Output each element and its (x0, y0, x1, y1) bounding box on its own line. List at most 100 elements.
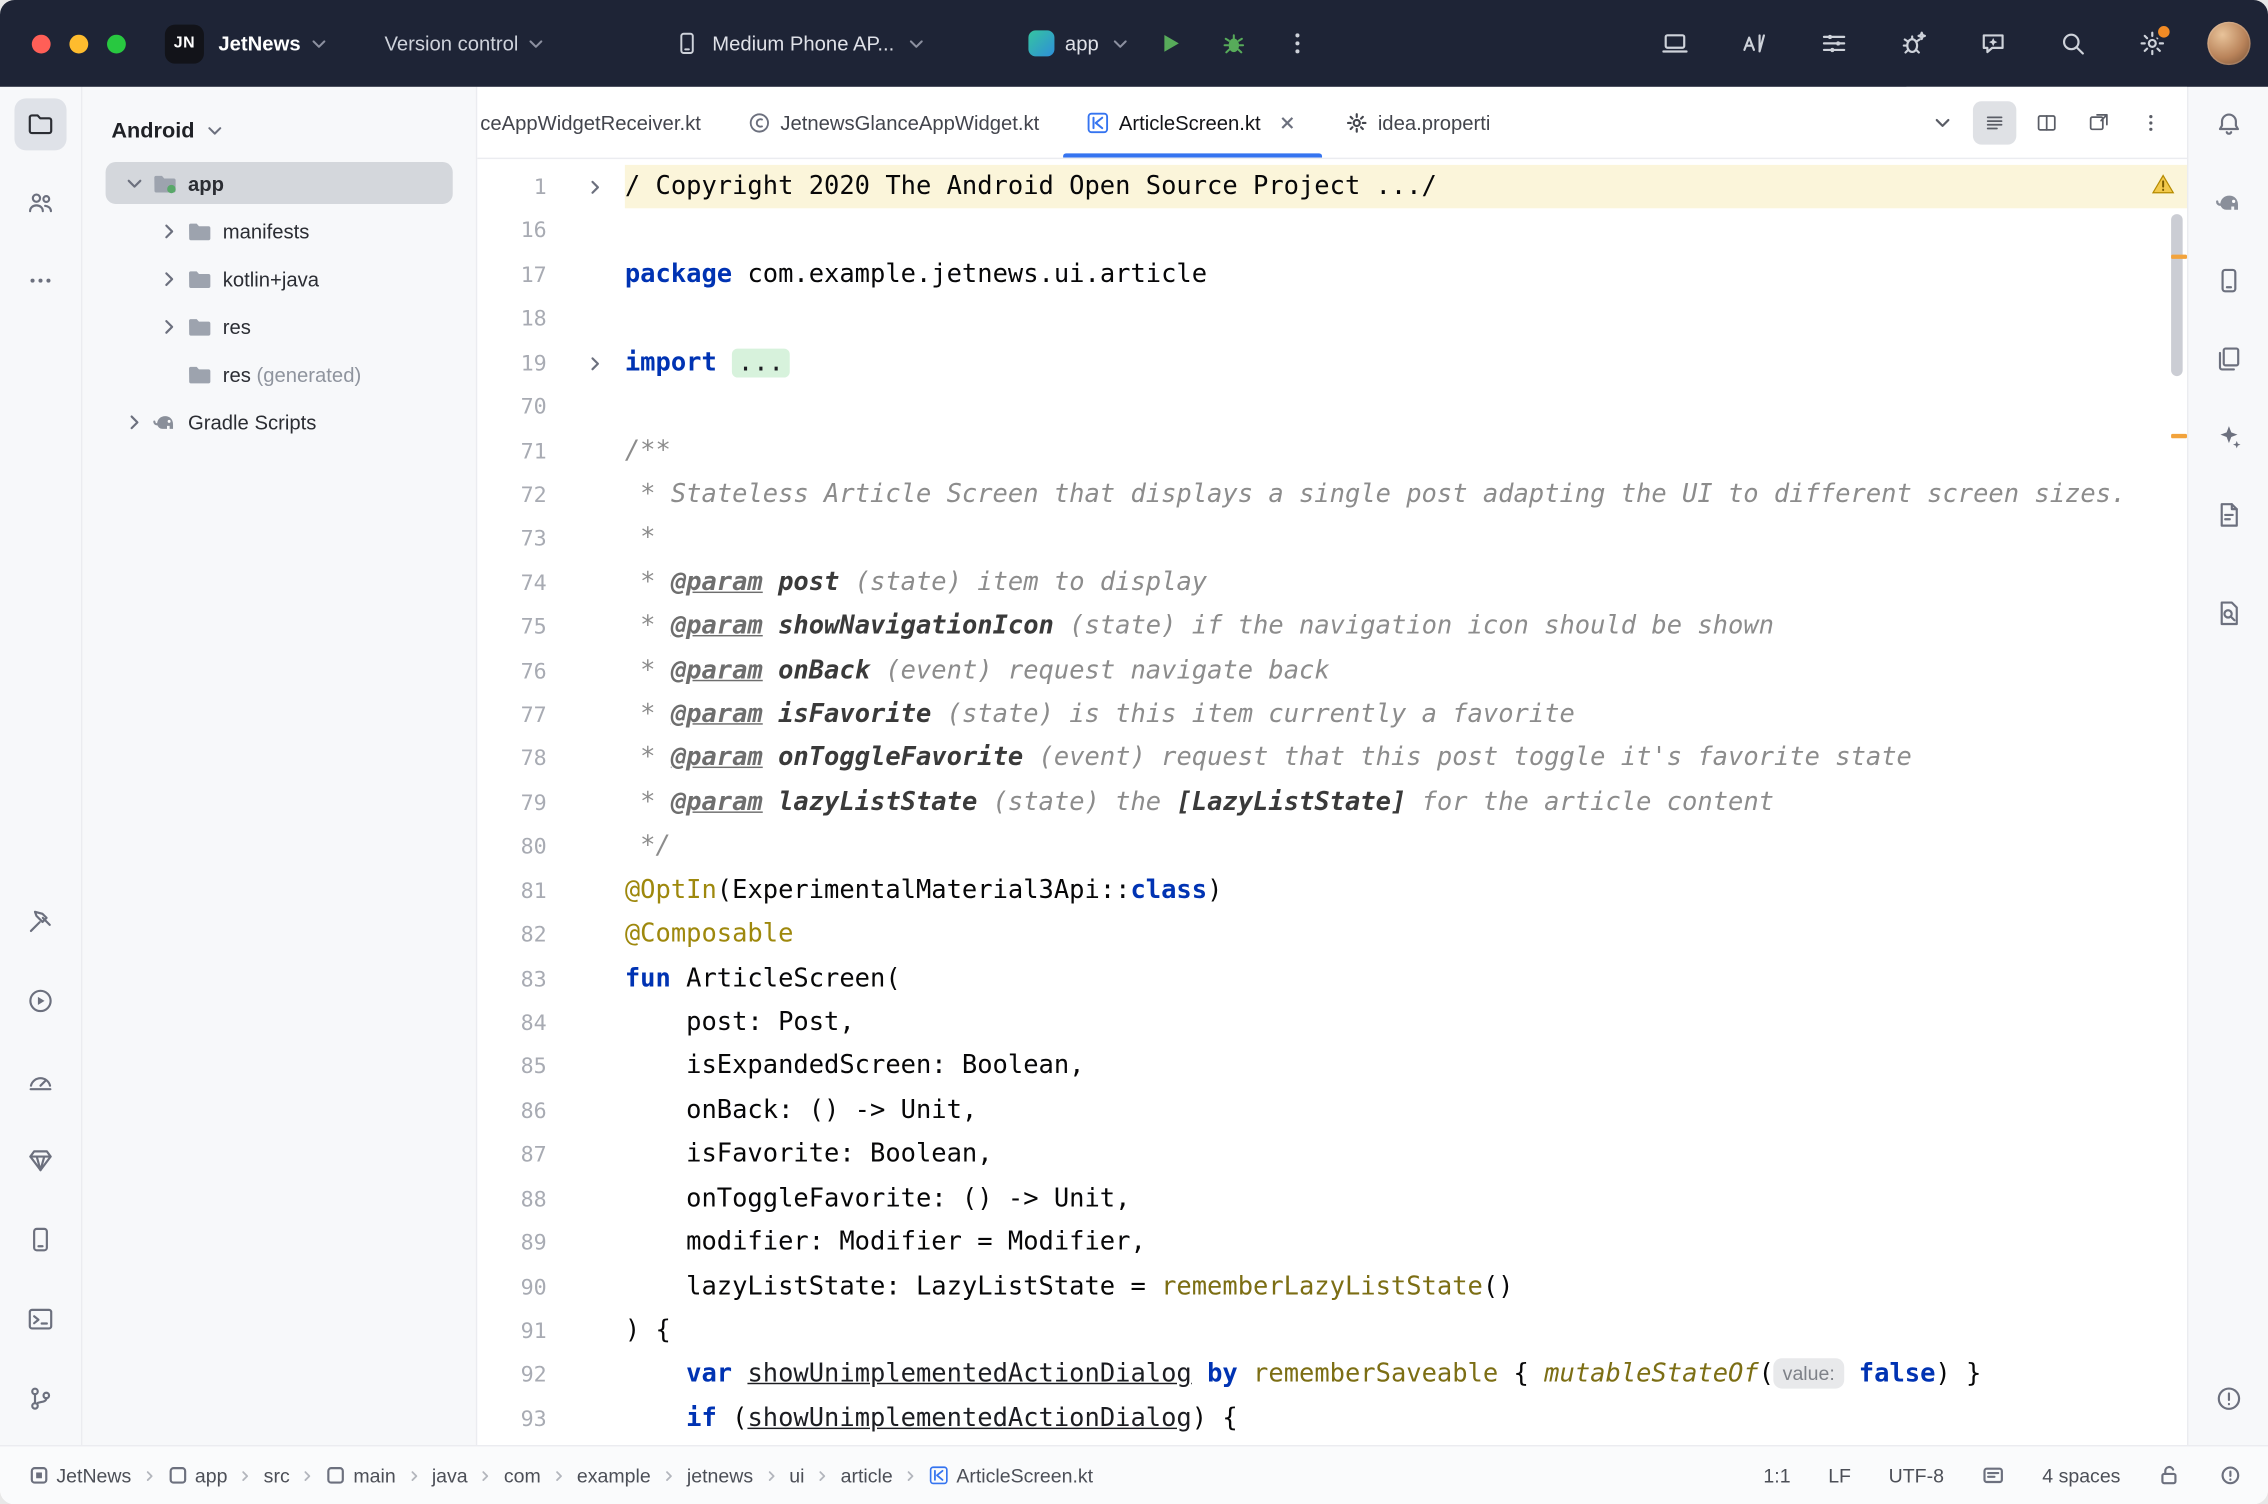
fold-chevron-icon[interactable] (584, 352, 606, 374)
more-horizontal-button[interactable] (14, 255, 66, 307)
breadcrumb-article[interactable]: article (841, 1465, 893, 1487)
gemini-sparkle-button[interactable] (2202, 411, 2254, 463)
status-1-1[interactable]: 1:1 (1763, 1465, 1790, 1487)
breadcrumb-src[interactable]: src (264, 1465, 290, 1487)
code-line-80[interactable]: 80 */ (477, 825, 2187, 869)
find-in-file-button[interactable] (2202, 587, 2254, 639)
line-number[interactable]: 91 (477, 1309, 546, 1353)
line-number[interactable]: 18 (477, 297, 546, 341)
user-avatar[interactable] (2207, 22, 2250, 65)
inspection-warning-icon[interactable] (2151, 172, 2176, 197)
code-line-76[interactable]: 76 * @param onBack (event) request navig… (477, 649, 2187, 693)
run-configuration-button[interactable]: app (1029, 30, 1131, 56)
code-line-91[interactable]: 91) { (477, 1309, 2187, 1353)
code-line-82[interactable]: 82@Composable (477, 913, 2187, 957)
unlock-button[interactable] (2158, 1464, 2181, 1487)
tab-articlescreen-kt[interactable]: ArticleScreen.kt (1062, 87, 1321, 158)
code-line-73[interactable]: 73 * (477, 517, 2187, 561)
zoom-window-button[interactable] (107, 34, 126, 53)
tree-chevron[interactable] (117, 171, 152, 194)
inspections-button[interactable] (2219, 1464, 2242, 1487)
line-number[interactable]: 90 (477, 1265, 546, 1309)
line-number[interactable]: 84 (477, 1001, 546, 1045)
line-number[interactable]: 81 (477, 869, 546, 913)
running-devices-button[interactable] (2202, 489, 2254, 541)
device-phone-button[interactable] (14, 1214, 66, 1266)
run-circle-button[interactable] (14, 975, 66, 1027)
terminal-button[interactable] (14, 1293, 66, 1345)
code-line-74[interactable]: 74 * @param post (state) item to display (477, 561, 2187, 605)
tree-chevron[interactable] (152, 315, 187, 338)
line-number[interactable]: 87 (477, 1133, 546, 1177)
line-number[interactable]: 80 (477, 825, 546, 869)
problems-button[interactable] (2202, 1373, 2254, 1425)
minimize-window-button[interactable] (69, 34, 88, 53)
code-line-89[interactable]: 89 modifier: Modifier = Modifier, (477, 1221, 2187, 1265)
breadcrumb-java[interactable]: java (432, 1465, 468, 1487)
app-inspection-button[interactable] (14, 1134, 66, 1186)
line-number[interactable]: 74 (477, 561, 546, 605)
close-tab-button[interactable] (1275, 111, 1298, 134)
project-menu-button[interactable]: JetNews (218, 32, 329, 55)
line-number[interactable]: 86 (477, 1089, 546, 1133)
code-line-83[interactable]: 83fun ArticleScreen( (477, 957, 2187, 1001)
tree-item-kotlin-java[interactable]: kotlin+java (82, 255, 475, 303)
device-phone-button[interactable] (2202, 255, 2254, 307)
code-line-71[interactable]: 71/** (477, 429, 2187, 473)
breadcrumb-ui[interactable]: ui (789, 1465, 804, 1487)
line-number[interactable]: 78 (477, 737, 546, 781)
code-line-84[interactable]: 84 post: Post, (477, 1001, 2187, 1045)
scrollbar-thumb[interactable] (2171, 214, 2183, 376)
detach-window-button[interactable] (2077, 101, 2120, 144)
tab-ceappwidgetreceiver-kt[interactable]: ceAppWidgetReceiver.kt (477, 87, 724, 158)
line-number[interactable]: 1 (477, 165, 546, 209)
line-number[interactable]: 72 (477, 473, 546, 517)
code-line-92[interactable]: 92 var showUnimplementedActionDialog by … (477, 1353, 2187, 1397)
device-manager-button[interactable] (1650, 19, 1699, 68)
status-utf-8[interactable]: UTF-8 (1889, 1465, 1944, 1487)
line-number[interactable]: 79 (477, 781, 546, 825)
code-line-78[interactable]: 78 * @param onToggleFavorite (event) req… (477, 737, 2187, 781)
build-variants-button[interactable] (2202, 333, 2254, 385)
tree-item-manifests[interactable]: manifests (82, 207, 475, 255)
single-column-button[interactable] (1973, 101, 2016, 144)
code-line-75[interactable]: 75 * @param showNavigationIcon (state) i… (477, 605, 2187, 649)
more-run-options-button[interactable] (1272, 19, 1321, 68)
code-line-18[interactable]: 18 (477, 297, 2187, 341)
device-selector-button[interactable]: Medium Phone AP... (675, 30, 928, 56)
line-number[interactable]: 70 (477, 385, 546, 429)
line-number[interactable]: 77 (477, 693, 546, 737)
code-line-19[interactable]: 19import ... (477, 341, 2187, 385)
code-line-85[interactable]: 85 isExpandedScreen: Boolean, (477, 1045, 2187, 1089)
code-line-87[interactable]: 87 isFavorite: Boolean, (477, 1133, 2187, 1177)
line-number[interactable]: 89 (477, 1221, 546, 1265)
fold-chevron-icon[interactable] (584, 176, 606, 198)
code-line-1[interactable]: 1/ Copyright 2020 The Android Open Sourc… (477, 165, 2187, 209)
line-number[interactable]: 17 (477, 253, 546, 297)
search-button[interactable] (2048, 19, 2097, 68)
code-line-93[interactable]: 93 if (showUnimplementedActionDialog) { (477, 1397, 2187, 1441)
line-number[interactable]: 83 (477, 957, 546, 1001)
breadcrumb-jetnews[interactable]: jetnews (687, 1465, 753, 1487)
breadcrumb-main[interactable]: main (326, 1465, 396, 1487)
reader-mode-button[interactable] (1982, 1464, 2005, 1487)
notifications-bell-button[interactable] (2202, 98, 2254, 150)
gradle-elephant-button[interactable] (2202, 176, 2254, 228)
code-line-77[interactable]: 77 * @param isFavorite (state) is this i… (477, 693, 2187, 737)
tab-jetnewsglanceappwidget-kt[interactable]: JetnewsGlanceAppWidget.kt (724, 87, 1062, 158)
line-number[interactable]: 19 (477, 341, 546, 385)
build-hammer-button[interactable] (14, 895, 66, 947)
breadcrumb-jetnews[interactable]: JetNews (29, 1465, 131, 1487)
code-line-70[interactable]: 70 (477, 385, 2187, 429)
chevron-down-button[interactable] (1921, 101, 1964, 144)
breadcrumb-articlescreen-kt[interactable]: ArticleScreen.kt (929, 1465, 1093, 1487)
breadcrumb-app[interactable]: app (167, 1465, 227, 1487)
status-lf[interactable]: LF (1828, 1465, 1851, 1487)
tree-item-app[interactable]: app (82, 159, 475, 207)
line-number[interactable]: 75 (477, 605, 546, 649)
code-line-16[interactable]: 16 (477, 209, 2187, 253)
code-line-86[interactable]: 86 onBack: () -> Unit, (477, 1089, 2187, 1133)
debug-button[interactable] (1209, 19, 1258, 68)
status-4-spaces[interactable]: 4 spaces (2042, 1465, 2120, 1487)
code-line-90[interactable]: 90 lazyListState: LazyListState = rememb… (477, 1265, 2187, 1309)
